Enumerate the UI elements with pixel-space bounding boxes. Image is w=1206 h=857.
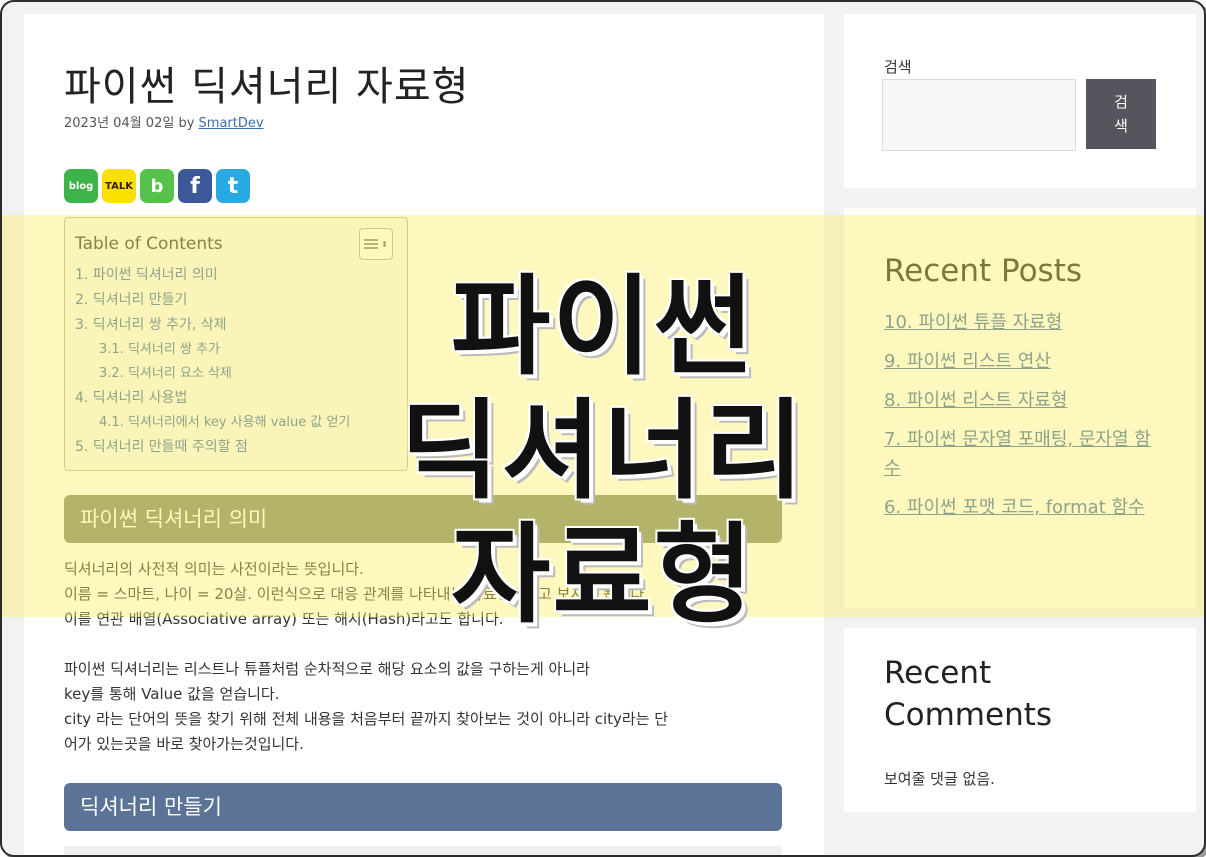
recent-comments-title: Recent Comments: [884, 655, 1053, 733]
post-date: 2023년 04월 02일 by: [64, 116, 199, 131]
search-input[interactable]: [882, 79, 1076, 151]
search-button[interactable]: 검 색: [1086, 79, 1156, 149]
page-title: 파이썬 딕셔너리 자료형: [64, 64, 470, 110]
search-button-label: 검 색: [1114, 93, 1128, 135]
recent-comments-widget: Recent Comments 보여줄 댓글 없음.: [844, 628, 1196, 812]
paragraph-description: 파이썬 딕셔너리는 리스트나 튜플처럼 순차적으로 해당 요소의 값을 구하는게…: [64, 660, 669, 753]
share-buttons: blog TALK b f t: [64, 169, 250, 203]
kakaotalk-share-icon[interactable]: TALK: [102, 169, 136, 203]
naver-blog-share-icon[interactable]: blog: [64, 169, 98, 203]
post-meta: 2023년 04월 02일 by SmartDev: [64, 112, 264, 131]
no-comments-text: 보여줄 댓글 없음.: [884, 770, 995, 788]
section-heading-create: 딕셔너리 만들기: [64, 783, 782, 831]
search-label: 검색: [884, 58, 912, 76]
window-frame: 파이썬 딕셔너리 자료형 2023년 04월 02일 by SmartDev b…: [0, 0, 1206, 857]
overlay-title-line: 자료형: [450, 513, 756, 638]
author-link[interactable]: SmartDev: [199, 116, 264, 131]
code-block: [64, 846, 782, 855]
facebook-share-icon[interactable]: f: [178, 169, 212, 203]
twitter-share-icon[interactable]: t: [216, 169, 250, 203]
band-share-icon[interactable]: b: [140, 169, 174, 203]
search-widget: 검색 검 색: [844, 14, 1196, 188]
